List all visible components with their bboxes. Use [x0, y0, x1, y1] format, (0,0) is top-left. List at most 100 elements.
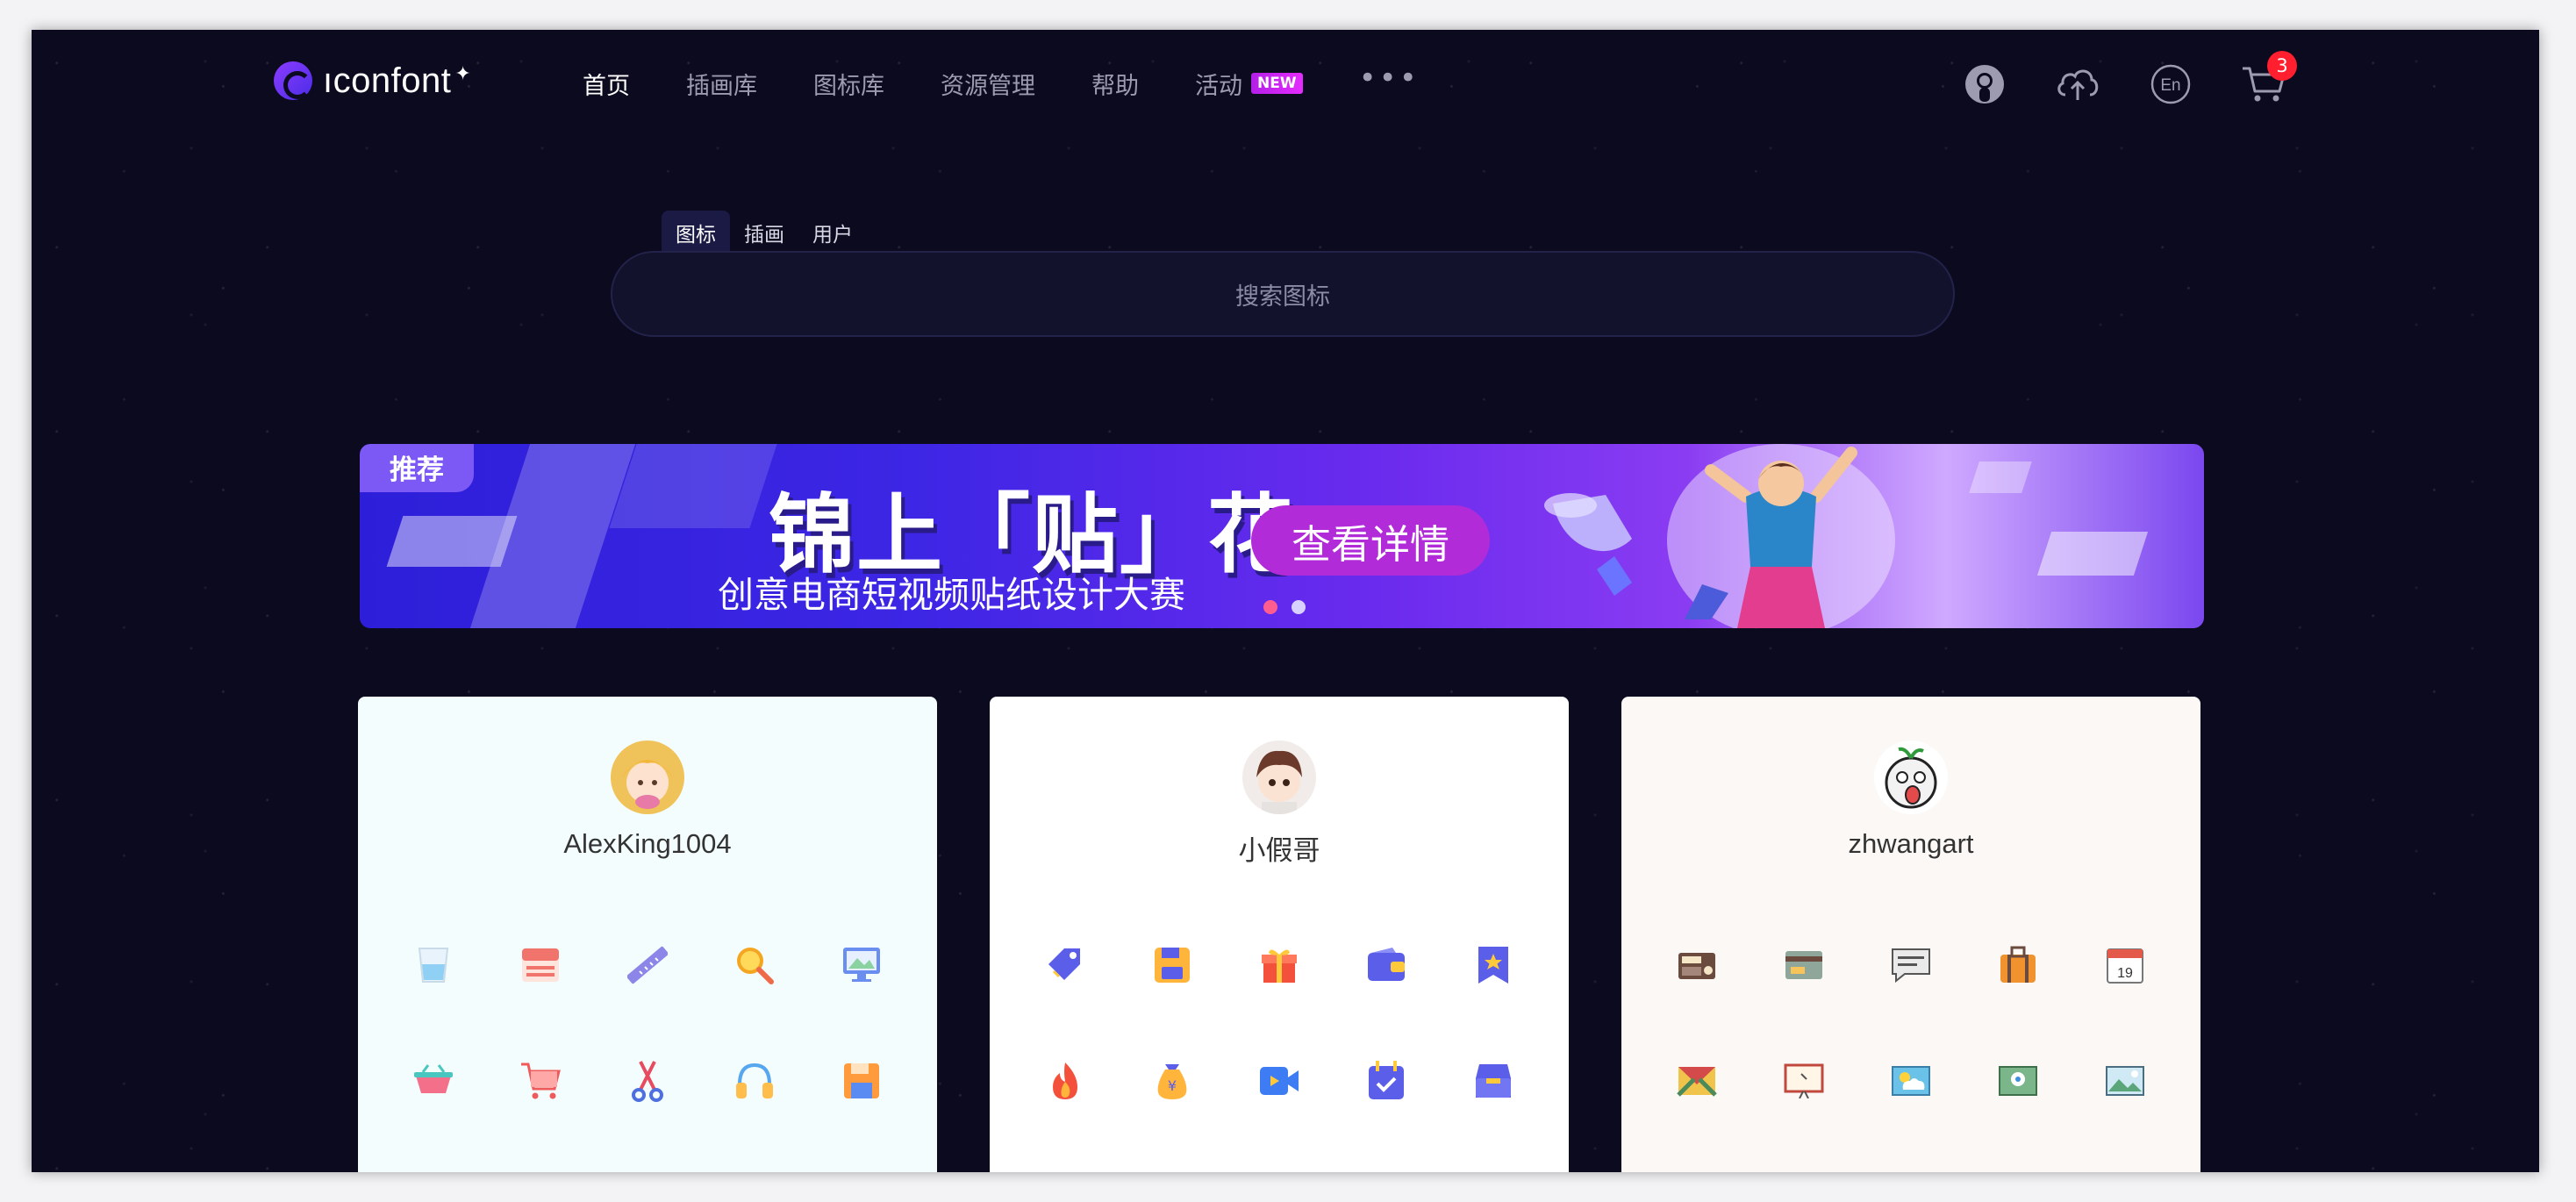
save-disk-icon[interactable]: [1149, 942, 1195, 988]
headphones-icon[interactable]: [732, 1058, 777, 1104]
map-pin-icon[interactable]: [1995, 1058, 2041, 1104]
money-bag-icon[interactable]: ¥: [1149, 1058, 1195, 1104]
more-menu-button[interactable]: •••: [1359, 61, 1420, 96]
recommend-tag: 推荐: [360, 444, 474, 492]
bookmark-star-icon[interactable]: [1470, 942, 1516, 988]
mail-icon[interactable]: [1674, 1058, 1720, 1104]
github-icon: [1965, 65, 2004, 104]
cartoon-character-illustration: [1667, 444, 1895, 628]
search-placeholder: 搜索图标: [1235, 283, 1330, 311]
carousel-dot-2[interactable]: [1292, 600, 1306, 614]
upload-button[interactable]: [2055, 61, 2100, 107]
nav-help[interactable]: 帮助: [1091, 67, 1139, 101]
search-type-tabs: 图标 插画 用户: [662, 211, 867, 254]
search-tab-illustrations[interactable]: 插画: [730, 211, 798, 254]
calendar-check-icon[interactable]: [1363, 1058, 1409, 1104]
glass-icon[interactable]: [411, 942, 456, 988]
main-nav: 首页 插画库 图标库 资源管理 帮助 活动 NEW •••: [583, 61, 1420, 105]
message-icon[interactable]: [1888, 942, 1934, 988]
cart-count-badge: 3: [2267, 51, 2297, 81]
avatar[interactable]: [1242, 741, 1316, 814]
cart-button[interactable]: 3: [2241, 51, 2297, 107]
avatar-image: [611, 741, 684, 814]
picture-icon[interactable]: [2102, 1058, 2148, 1104]
trophy-icon: [1544, 493, 1632, 596]
gift-icon[interactable]: [1256, 942, 1302, 988]
nav-activities-label: 活动: [1195, 72, 1242, 100]
fire-icon[interactable]: [1042, 1058, 1088, 1104]
nav-home[interactable]: 首页: [583, 67, 630, 101]
language-en-icon: En: [2150, 64, 2191, 104]
banner-decoration: [609, 444, 777, 528]
icon-preview-row: [1042, 942, 1516, 988]
svg-text:¥: ¥: [1168, 1077, 1177, 1094]
svg-text:En: En: [2160, 76, 2180, 95]
suitcase-icon[interactable]: [1995, 942, 2041, 988]
designer-card[interactable]: AlexKing1004: [358, 697, 937, 1172]
carousel-indicators: [1263, 600, 1306, 614]
nav-home-label: 首页: [583, 72, 630, 100]
top-navigation-bar: ıconfont ✦ 首页 插画库 图标库 资源管理 帮助 活动 NEW •••: [32, 30, 2539, 135]
banner-decoration: [386, 516, 518, 567]
avatar-image: [1242, 741, 1316, 814]
price-tag-icon[interactable]: [1042, 942, 1088, 988]
icon-preview-row: [411, 942, 884, 988]
nav-illustration-library-label: 插画库: [686, 72, 757, 100]
keyboard-icon[interactable]: [518, 942, 563, 988]
floppy-disk-icon[interactable]: [839, 1058, 884, 1104]
nav-illustration-library[interactable]: 插画库: [686, 67, 757, 101]
nav-activities[interactable]: 活动 NEW: [1195, 67, 1303, 101]
wallet-icon[interactable]: [1363, 942, 1409, 988]
designer-username: AlexKing1004: [563, 828, 732, 859]
shopping-cart-icon[interactable]: [518, 1058, 563, 1104]
presentation-icon[interactable]: [1781, 1058, 1827, 1104]
monitor-icon[interactable]: [839, 942, 884, 988]
icon-preview-row: ¥: [1042, 1058, 1516, 1104]
credit-card-icon[interactable]: [1781, 942, 1827, 988]
inbox-icon[interactable]: [1470, 1058, 1516, 1104]
nav-resource-management[interactable]: 资源管理: [941, 67, 1035, 101]
carousel-dot-1[interactable]: [1263, 600, 1277, 614]
designer-card[interactable]: zhwangart 19: [1621, 697, 2200, 1172]
calendar-icon[interactable]: 19: [2102, 942, 2148, 988]
scissors-icon[interactable]: [625, 1058, 670, 1104]
language-switch-button[interactable]: En: [2148, 61, 2193, 107]
nav-resource-management-label: 资源管理: [941, 72, 1035, 100]
browser-window: ıconfont ✦ 首页 插画库 图标库 资源管理 帮助 活动 NEW •••: [32, 30, 2539, 1172]
logo-star-icon: ✦: [454, 62, 471, 85]
nav-icon-library[interactable]: 图标库: [813, 67, 884, 101]
new-badge: NEW: [1251, 73, 1303, 94]
icon-preview-row: [1674, 1058, 2148, 1104]
ruler-icon[interactable]: [625, 942, 670, 988]
header-actions: En 3: [1962, 51, 2297, 107]
banner-decoration: [1969, 461, 2032, 493]
radio-icon[interactable]: [1674, 942, 1720, 988]
search-tab-users[interactable]: 用户: [798, 211, 867, 254]
nav-icon-library-label: 图标库: [813, 72, 884, 100]
search-tab-icons[interactable]: 图标: [662, 211, 730, 254]
basket-icon[interactable]: [411, 1058, 456, 1104]
iconfont-logo-icon: [274, 61, 312, 100]
video-camera-icon[interactable]: [1256, 1058, 1302, 1104]
banner-decoration: [2036, 532, 2149, 576]
avatar[interactable]: [1874, 741, 1948, 814]
icon-preview-row: [411, 1058, 884, 1104]
weather-icon[interactable]: [1888, 1058, 1934, 1104]
upload-cloud-icon: [2057, 69, 2099, 100]
search-input[interactable]: 搜索图标: [611, 251, 1955, 337]
designer-username: 小假哥: [1238, 835, 1320, 866]
nav-help-label: 帮助: [1091, 72, 1139, 100]
view-details-button[interactable]: 查看详情: [1251, 505, 1490, 576]
designer-username: zhwangart: [1848, 828, 1974, 859]
designer-card[interactable]: 小假哥 ¥: [990, 697, 1569, 1172]
banner-subtitle: 创意电商短视频贴纸设计大赛: [718, 574, 1185, 616]
promo-banner[interactable]: 推荐 锦上「贴」花 创意电商短视频贴纸设计大赛 查看详情: [360, 444, 2204, 628]
avatar[interactable]: [611, 741, 684, 814]
icon-preview-row: 19: [1674, 942, 2148, 988]
magnifier-icon[interactable]: [732, 942, 777, 988]
avatar-image: [1874, 741, 1948, 814]
iconfont-logo[interactable]: ıconfont ✦: [274, 60, 471, 102]
github-button[interactable]: [1962, 61, 2007, 107]
logo-text: ıconfont: [323, 61, 452, 100]
svg-text:19: 19: [2117, 966, 2133, 981]
